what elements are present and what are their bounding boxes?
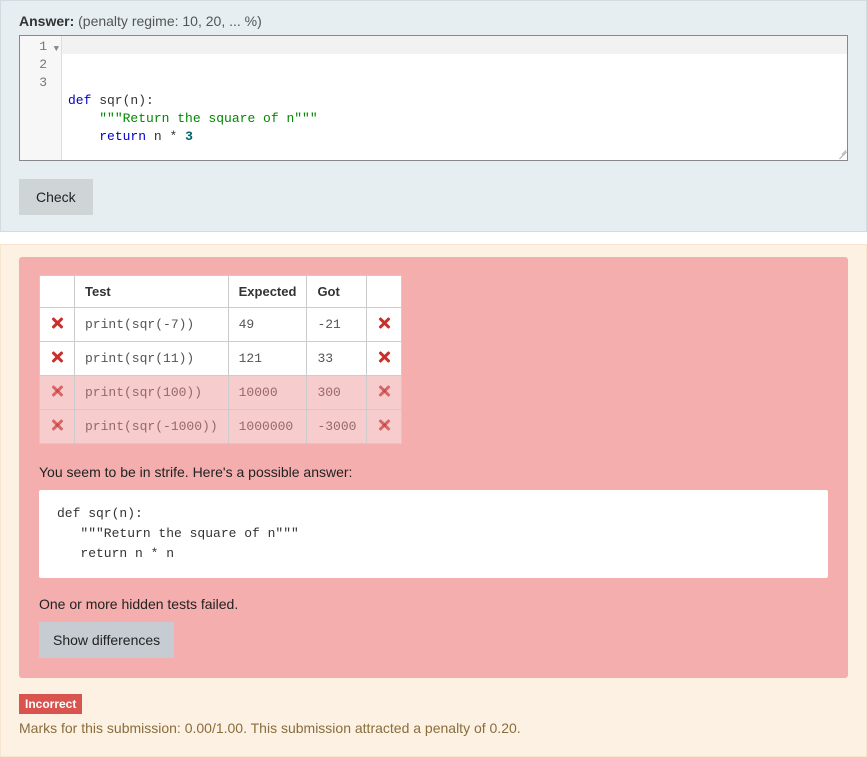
status-cell [40,376,75,410]
gutter-line-1: 1▼ [20,38,61,56]
editor-body[interactable]: def sqr(n): """Return the square of n"""… [62,36,847,160]
marks-text: Marks for this submission: 0.00/1.00. Th… [19,720,848,736]
cross-icon [377,418,391,432]
code-num: 3 [185,129,193,144]
expected-cell: 10000 [228,376,307,410]
answer-header: Answer: (penalty regime: 10, 20, ... %) [19,13,848,29]
feedback-section: Test Expected Got print(sqr(-7)) 49 -21 … [0,244,867,757]
cross-icon [377,316,391,330]
expected-cell: 121 [228,342,307,376]
table-row: print(sqr(100)) 10000 300 [40,376,402,410]
status-cell [367,410,402,444]
results-header-row: Test Expected Got [40,276,402,308]
col-expected: Expected [228,276,307,308]
gutter-line-3: 3 [20,74,61,92]
code-expr-b [177,129,185,144]
cross-icon [50,350,64,364]
cross-icon [50,418,64,432]
penalty-regime-text: (penalty regime: 10, 20, ... %) [78,13,262,29]
code-kw-def: def [68,93,91,108]
got-cell: -3000 [307,410,367,444]
answer-section: Answer: (penalty regime: 10, 20, ... %) … [0,0,867,232]
test-cell: print(sqr(-1000)) [75,410,229,444]
got-cell: 300 [307,376,367,410]
got-cell: -21 [307,308,367,342]
cross-icon [50,316,64,330]
col-status-right [367,276,402,308]
expected-cell: 1000000 [228,410,307,444]
resize-handle-icon[interactable] [834,147,846,159]
code-expr-a: n [146,129,169,144]
table-row: print(sqr(11)) 121 33 [40,342,402,376]
result-box: Test Expected Got print(sqr(-7)) 49 -21 … [19,257,848,678]
status-cell [367,376,402,410]
results-table: Test Expected Got print(sqr(-7)) 49 -21 … [39,275,402,444]
code-fn-decl: sqr(n): [91,93,153,108]
code-docstring: """Return the square of n""" [99,111,317,126]
test-cell: print(sqr(100)) [75,376,229,410]
status-cell [40,342,75,376]
code-kw-return: return [99,129,146,144]
got-cell: 33 [307,342,367,376]
active-line-highlight [62,36,847,54]
cross-icon [377,384,391,398]
status-cell [40,410,75,444]
cross-icon [50,384,64,398]
status-cell [367,308,402,342]
editor-gutter: 1▼ 2 3 [20,36,62,160]
suggested-answer-code: def sqr(n): """Return the square of n"""… [39,490,828,578]
status-cell [367,342,402,376]
code-editor[interactable]: 1▼ 2 3 def sqr(n): """Return the square … [19,35,848,161]
expected-cell: 49 [228,308,307,342]
code-lines: def sqr(n): """Return the square of n"""… [68,92,843,146]
test-cell: print(sqr(-7)) [75,308,229,342]
hidden-tests-failed-text: One or more hidden tests failed. [39,596,828,612]
status-cell [40,308,75,342]
table-row: print(sqr(-1000)) 1000000 -3000 [40,410,402,444]
incorrect-badge: Incorrect [19,694,82,714]
test-cell: print(sqr(11)) [75,342,229,376]
col-got: Got [307,276,367,308]
col-status-left [40,276,75,308]
col-test: Test [75,276,229,308]
answer-label: Answer: [19,13,74,29]
table-row: print(sqr(-7)) 49 -21 [40,308,402,342]
gutter-line-2: 2 [20,56,61,74]
show-differences-button[interactable]: Show differences [39,622,174,658]
cross-icon [377,350,391,364]
strife-message: You seem to be in strife. Here's a possi… [39,464,828,480]
